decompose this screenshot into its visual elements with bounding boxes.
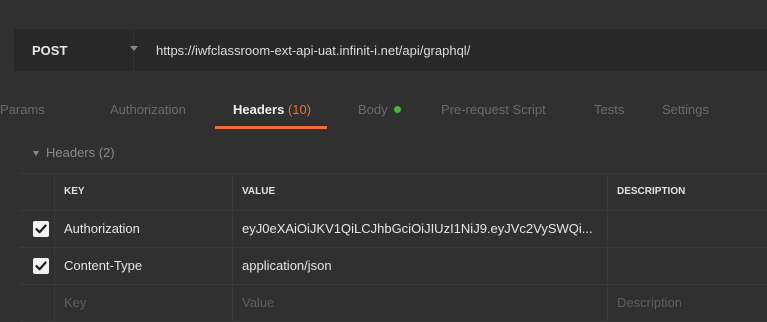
description-field[interactable] [607,211,767,247]
value-field[interactable]: eyJ0eXAiOiJKV1QiLCJhbGciOiJIUzI1NiJ9.eyJ… [232,211,607,247]
url-input[interactable]: https://iwfclassroom-ext-api-uat.infinit… [134,43,470,58]
column-header-key: KEY [54,174,232,210]
request-url-bar: POST https://iwfclassroom-ext-api-uat.in… [14,29,767,71]
value-input[interactable]: Value [232,285,607,321]
request-tabs: Params Authorization Headers (10) Body P… [0,96,767,128]
description-field[interactable] [607,248,767,284]
tab-pre-request-script-label: Pre-request Script [441,102,546,117]
table-row: Content-Type application/json [20,248,767,285]
tab-authorization-label: Authorization [110,102,186,117]
active-tab-indicator [215,126,327,129]
method-label: POST [32,42,68,58]
headers-table: KEY VALUE DESCRIPTION Authorization eyJ0… [20,173,767,322]
tab-settings-label: Settings [662,102,709,117]
key-field[interactable]: Authorization [54,211,232,247]
tab-settings[interactable]: Settings [662,96,709,128]
chevron-down-icon [130,46,138,51]
row-checkbox[interactable] [33,258,49,274]
checkmark-icon [35,261,47,271]
headers-section-toggle[interactable]: Headers (2) [0,142,767,166]
value-field[interactable]: application/json [232,248,607,284]
row-checkbox[interactable] [33,221,49,237]
headers-section-title: Headers (2) [46,145,115,160]
header-checkbox-cell [20,174,54,210]
checkmark-icon [35,224,47,234]
table-header-row: KEY VALUE DESCRIPTION [20,174,767,211]
key-input[interactable]: Key [54,285,232,321]
tab-params-label: Params [0,102,45,117]
tab-authorization[interactable]: Authorization [110,96,186,128]
description-input[interactable]: Description [607,285,767,321]
method-select[interactable]: POST [14,29,138,71]
table-row-new: Key Value Description [20,285,767,322]
key-field[interactable]: Content-Type [54,248,232,284]
body-indicator-dot [393,106,401,113]
tab-tests[interactable]: Tests [594,96,624,128]
tab-pre-request-script[interactable]: Pre-request Script [441,96,546,128]
column-header-description: DESCRIPTION [607,174,767,210]
tab-headers-label: Headers [233,102,285,117]
caret-down-icon [33,151,39,156]
tab-params[interactable]: Params [0,96,45,128]
checkbox-cell [20,248,54,284]
tab-headers[interactable]: Headers (10) [233,96,311,128]
tab-headers-count: (10) [287,102,312,117]
tab-body-label: Body [358,102,388,117]
tab-tests-label: Tests [594,102,625,117]
tab-body[interactable]: Body [358,96,401,128]
checkbox-cell [20,211,54,247]
column-header-value: VALUE [232,174,607,210]
checkbox-cell [20,285,54,321]
table-row: Authorization eyJ0eXAiOiJKV1QiLCJhbGciOi… [20,211,767,248]
